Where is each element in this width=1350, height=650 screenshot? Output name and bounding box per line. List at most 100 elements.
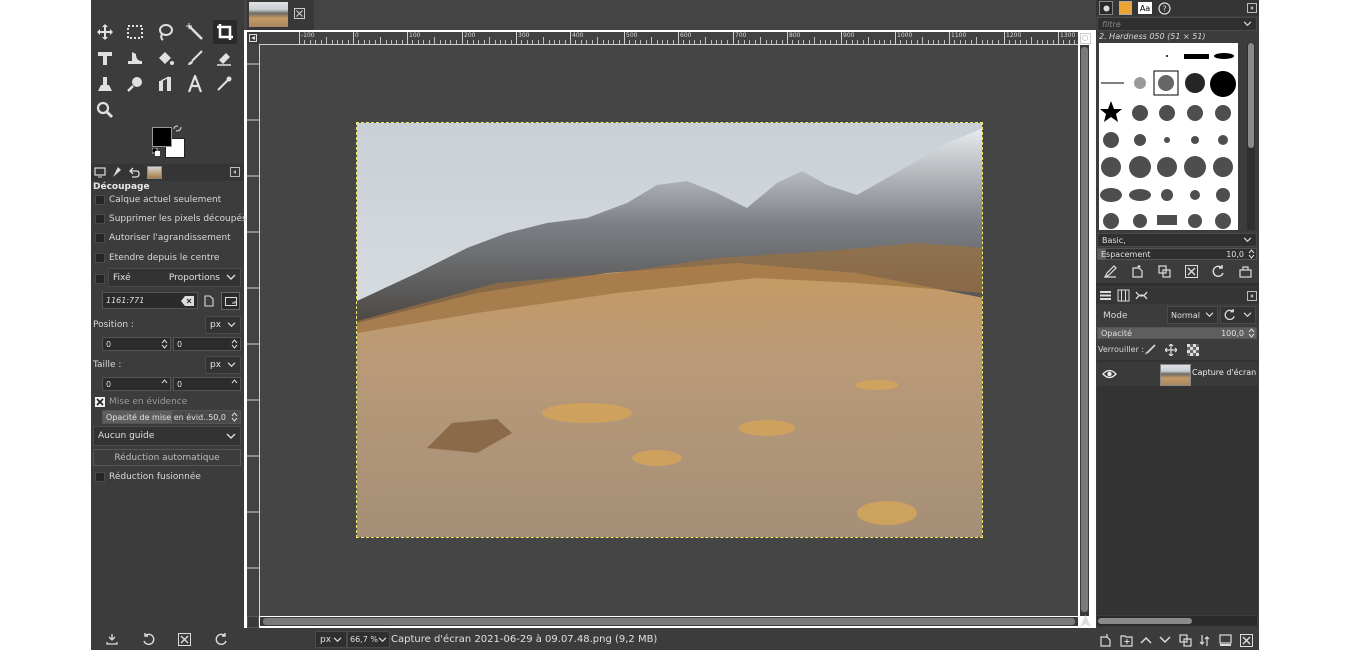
brush-preset-dropdown[interactable]: Basic, <box>1097 233 1257 247</box>
delete-options-icon[interactable] <box>176 631 192 647</box>
layer-mode-dropdown[interactable]: Normal <box>1167 306 1218 324</box>
default-colors-icon[interactable] <box>151 147 160 156</box>
zoom-dropdown[interactable]: 66,7 % <box>347 631 390 648</box>
spin-arrows-icon[interactable] <box>161 379 168 389</box>
configure-tab-icon[interactable] <box>229 166 241 178</box>
brush-grid-scrollbar-thumb[interactable] <box>1248 43 1254 148</box>
auto-shrink-button[interactable]: Réduction automatique <box>93 449 241 466</box>
current-layer-only-checkbox[interactable] <box>95 195 105 205</box>
patterns-tab-icon[interactable] <box>1118 1 1132 15</box>
spin-arrows-icon[interactable] <box>231 412 238 422</box>
horizontal-scrollbar[interactable] <box>260 617 1078 626</box>
fixed-mode-dropdown[interactable]: Fixé Proportions <box>108 268 241 287</box>
vertical-scrollbar[interactable] <box>1080 45 1089 616</box>
fonts-tab-icon[interactable]: Aa <box>1137 1 1153 15</box>
save-options-icon[interactable] <box>104 631 120 647</box>
shrink-merged-checkbox[interactable] <box>95 472 105 482</box>
restore-options-icon[interactable] <box>140 631 156 647</box>
merge-layer-icon[interactable] <box>1197 632 1213 648</box>
device-status-tab-icon[interactable] <box>110 165 124 179</box>
images-tab-icon[interactable] <box>147 165 162 179</box>
fixed-checkbox[interactable] <box>95 274 105 284</box>
channels-tab-icon[interactable] <box>1116 288 1131 303</box>
smudge-icon[interactable] <box>124 73 146 95</box>
new-brush-icon[interactable] <box>1129 263 1145 279</box>
tool-options-tab-icon[interactable] <box>93 165 107 179</box>
spin-arrows-icon[interactable] <box>231 379 238 389</box>
text-tool-icon[interactable] <box>184 73 206 95</box>
layers-hscrollbar[interactable] <box>1097 616 1257 626</box>
lock-alpha-icon[interactable] <box>1186 343 1200 357</box>
layer-opacity-slider[interactable]: Opacité 100,0 <box>1097 327 1257 339</box>
spin-arrows-icon[interactable] <box>1248 328 1255 338</box>
lock-position-icon[interactable] <box>1164 343 1178 357</box>
swap-colors-icon[interactable] <box>172 124 182 134</box>
unified-transform-icon[interactable] <box>94 47 116 69</box>
allow-growing-checkbox[interactable] <box>95 233 105 243</box>
horizontal-scrollbar-thumb[interactable] <box>263 618 1075 625</box>
brush-spacing-slider[interactable]: Espacement 10,0 <box>1097 248 1257 260</box>
position-y-field[interactable]: 0 <box>173 337 241 351</box>
highlight-checkbox[interactable] <box>95 397 105 407</box>
spin-arrows-icon[interactable] <box>161 339 168 349</box>
bucket-fill-icon[interactable] <box>154 47 176 69</box>
brush-filter-input[interactable]: filtre <box>1097 17 1257 31</box>
duplicate-layer-icon[interactable] <box>1177 632 1193 648</box>
move-tool-icon[interactable] <box>94 21 116 43</box>
fuzzy-select-icon[interactable] <box>184 21 206 43</box>
rect-select-icon[interactable] <box>124 21 146 43</box>
edit-brush-icon[interactable] <box>1102 263 1118 279</box>
layer-mode-reset-button[interactable] <box>1220 306 1256 324</box>
brushes-tab-icon[interactable] <box>1099 1 1113 15</box>
layers-hscrollbar-thumb[interactable] <box>1098 618 1192 624</box>
crop-icon[interactable] <box>213 20 237 44</box>
layers-tab-icon[interactable] <box>1098 288 1113 303</box>
lock-pixels-icon[interactable] <box>1143 343 1157 357</box>
delete-brush-icon[interactable] <box>1183 263 1199 279</box>
navigate-icon[interactable] <box>1078 614 1092 628</box>
refresh-brushes-icon[interactable] <box>1210 263 1226 279</box>
image-tab[interactable] <box>247 0 314 30</box>
reset-options-icon[interactable] <box>213 631 229 647</box>
configure-tab-icon[interactable] <box>1246 290 1258 302</box>
close-box-icon[interactable] <box>293 7 305 19</box>
mask-layer-icon[interactable] <box>1217 632 1233 648</box>
portrait-icon[interactable] <box>201 293 217 309</box>
layer-row[interactable]: Capture d'écran 2 <box>1097 362 1258 386</box>
spin-arrows-icon[interactable] <box>1248 249 1255 259</box>
size-height-field[interactable]: 0 <box>173 377 241 391</box>
warp-icon[interactable] <box>124 47 146 69</box>
color-picker-icon[interactable] <box>213 73 235 95</box>
undo-history-tab-icon[interactable] <box>127 165 141 179</box>
size-unit-dropdown[interactable]: px <box>205 356 241 374</box>
expand-center-checkbox[interactable] <box>95 253 105 263</box>
guides-dropdown[interactable]: Aucun guide <box>93 426 241 446</box>
position-unit-dropdown[interactable]: px <box>205 316 241 334</box>
highlight-opacity-slider[interactable]: Opacité de mise en évid... 50,0 <box>102 410 241 424</box>
paintbrush-icon[interactable] <box>184 47 206 69</box>
brush-grid[interactable] <box>1099 43 1238 230</box>
clone-icon[interactable] <box>94 73 116 95</box>
spin-arrows-icon[interactable] <box>231 339 238 349</box>
paths-tab-icon[interactable] <box>1134 288 1149 303</box>
canvas-image[interactable] <box>356 122 983 538</box>
raise-layer-icon[interactable] <box>1138 632 1154 648</box>
path-icon[interactable] <box>154 73 176 95</box>
foreground-color-swatch[interactable] <box>152 127 172 147</box>
unit-dropdown[interactable]: px <box>315 631 347 648</box>
layer-name[interactable]: Capture d'écran 2 <box>1192 368 1258 377</box>
help-tab-icon[interactable]: ? <box>1157 1 1171 15</box>
duplicate-brush-icon[interactable] <box>1156 263 1172 279</box>
zoom-icon[interactable] <box>94 99 116 121</box>
zoom-fit-icon[interactable] <box>1080 33 1091 44</box>
position-x-field[interactable]: 0 <box>102 337 171 351</box>
vertical-scrollbar-thumb[interactable] <box>1081 47 1088 612</box>
eraser-icon[interactable] <box>213 47 235 69</box>
quick-mask-corner[interactable] <box>247 32 259 44</box>
lasso-icon[interactable] <box>154 21 176 43</box>
delete-pixels-checkbox[interactable] <box>95 214 105 224</box>
lower-layer-icon[interactable] <box>1157 632 1173 648</box>
eye-icon[interactable] <box>1101 366 1117 382</box>
brush-grid-scrollbar[interactable] <box>1247 43 1255 230</box>
size-width-field[interactable]: 0 <box>102 377 171 391</box>
